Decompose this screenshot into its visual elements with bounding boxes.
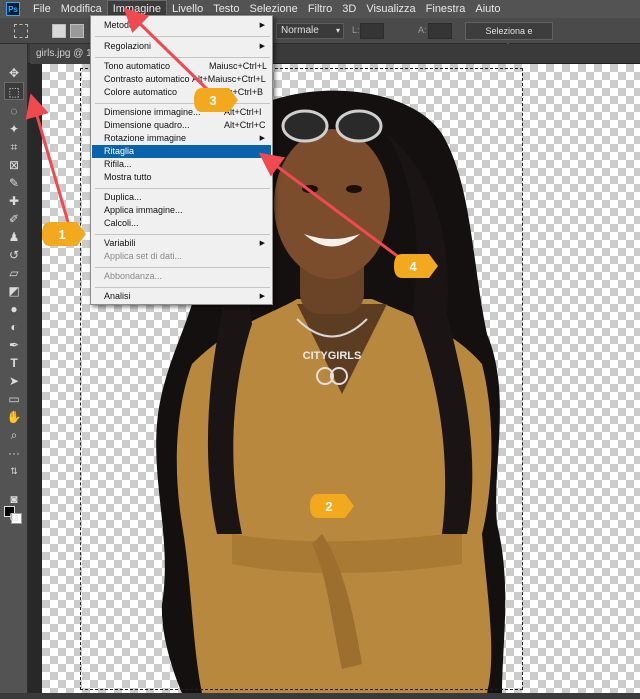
style-select-value: Normale	[281, 25, 319, 36]
menu-item-abbondanza: Abbondanza...	[92, 270, 271, 283]
menu-separator	[95, 234, 270, 235]
move-tool-icon[interactable]: ✥	[4, 64, 24, 82]
menu-file[interactable]: File	[28, 0, 56, 18]
frame-tool-icon[interactable]: ⊠	[4, 156, 24, 174]
menu-item-dimensione-immagine[interactable]: Dimensione immagine... Alt+Ctrl+I	[92, 106, 271, 119]
menu-item-rifila[interactable]: Rifila...	[92, 158, 271, 171]
menu-item-applica-set-di-dati: Applica set di dati...	[92, 250, 271, 263]
menu-item-analisi[interactable]: Analisi ▶	[92, 290, 271, 303]
submenu-arrow-icon: ▶	[259, 293, 265, 300]
menu-visualizza[interactable]: Visualizza	[361, 0, 420, 18]
new-selection-icon[interactable]	[52, 24, 66, 38]
menu-item-label: Duplica...	[104, 192, 142, 202]
type-tool-icon[interactable]: T	[4, 354, 24, 372]
submenu-arrow-icon: ▶	[259, 240, 265, 247]
zoom-tool-icon[interactable]: ⌕	[4, 426, 24, 444]
submenu-arrow-icon: ▶	[259, 22, 265, 29]
width-input[interactable]	[360, 23, 384, 39]
menu-item-dimensione-quadro[interactable]: Dimensione quadro... Alt+Ctrl+C	[92, 119, 271, 132]
height-input[interactable]	[428, 23, 452, 39]
menu-item-label: Analisi	[104, 291, 131, 301]
brush-tool-icon[interactable]: ✐	[4, 210, 24, 228]
menu-item-shortcut: Alt+Maiusc+Ctrl+L	[192, 74, 266, 84]
menu-item-contrasto-automatico[interactable]: Contrasto automatico Alt+Maiusc+Ctrl+L	[92, 73, 271, 86]
menu-aiuto[interactable]: Aiuto	[470, 0, 505, 18]
submenu-arrow-icon: ▶	[259, 135, 265, 142]
menu-item-duplica[interactable]: Duplica...	[92, 191, 271, 204]
add-selection-icon[interactable]	[70, 24, 84, 38]
eyedropper-tool-icon[interactable]: ✎	[4, 174, 24, 192]
menu-item-label: Rotazione immagine	[104, 133, 187, 143]
dodge-tool-icon[interactable]: ◐	[4, 318, 24, 336]
hand-tool-icon[interactable]: ✋	[4, 408, 24, 426]
menu-separator	[95, 188, 270, 189]
magic-wand-tool-icon[interactable]: ✦	[4, 120, 24, 138]
healing-brush-tool-icon[interactable]: ✚	[4, 192, 24, 210]
menu-item-regolazioni[interactable]: Regolazioni ▶	[92, 40, 271, 53]
rect-marquee-tool-icon[interactable]: ⬚	[4, 82, 24, 100]
menu-3d[interactable]: 3D	[337, 0, 361, 18]
history-brush-tool-icon[interactable]: ↺	[4, 246, 24, 264]
menu-item-label: Dimensione quadro...	[104, 120, 190, 130]
quick-mask-icon[interactable]: ◙	[4, 490, 24, 508]
crop-tool-icon[interactable]: ⌗	[4, 138, 24, 156]
menu-item-label: Contrasto automatico	[104, 74, 190, 84]
menu-item-label: Rifila...	[104, 159, 132, 169]
menu-item-label: Applica set di dati...	[104, 251, 183, 261]
pen-tool-icon[interactable]: ✒	[4, 336, 24, 354]
menu-finestra[interactable]: Finestra	[421, 0, 471, 18]
eraser-tool-icon[interactable]: ▱	[4, 264, 24, 282]
menu-item-label: Calcoli...	[104, 218, 139, 228]
swap-colors-icon[interactable]: ⇅	[4, 462, 24, 480]
rect-marquee-preset-icon[interactable]	[14, 24, 28, 38]
menu-separator	[95, 36, 270, 37]
menu-item-variabili[interactable]: Variabili ▶	[92, 237, 271, 250]
style-select[interactable]: Normale ▾	[276, 23, 344, 39]
menu-item-label: Abbondanza...	[104, 271, 163, 281]
menu-item-rotazione-immagine[interactable]: Rotazione immagine ▶	[92, 132, 271, 145]
status-bar	[0, 693, 640, 699]
path-selection-tool-icon[interactable]: ➤	[4, 372, 24, 390]
menu-item-tono-automatico[interactable]: Tono automatico Maiusc+Ctrl+L	[92, 60, 271, 73]
submenu-arrow-icon: ▶	[259, 43, 265, 50]
more-tools-icon[interactable]: ···	[4, 444, 24, 462]
blur-tool-icon[interactable]: ●	[4, 300, 24, 318]
screen-mode-icon[interactable]: ⧉	[4, 508, 24, 526]
menu-item-shortcut: Maiusc+Ctrl+B	[204, 87, 264, 97]
menu-item-mostra-tutto[interactable]: Mostra tutto	[92, 171, 271, 184]
menu-filtro[interactable]: Filtro	[303, 0, 337, 18]
menu-separator	[95, 267, 270, 268]
menu-item-shortcut: Alt+Ctrl+C	[224, 120, 266, 130]
menu-separator	[95, 287, 270, 288]
chevron-down-icon: ▾	[335, 26, 340, 35]
menu-item-shortcut: Maiusc+Ctrl+L	[209, 61, 268, 71]
immagine-dropdown-menu: Metodo ▶ Regolazioni ▶ Tono automatico M…	[90, 15, 273, 305]
menu-item-label: Applica immagine...	[104, 205, 183, 215]
menu-item-ritaglia[interactable]: Ritaglia	[92, 145, 271, 158]
menu-item-label: Colore automatico	[104, 87, 178, 97]
height-label: A:	[418, 25, 427, 35]
select-and-mask-button[interactable]: Seleziona e maschera...	[465, 22, 553, 52]
menu-item-shortcut: Alt+Ctrl+I	[224, 107, 262, 117]
menu-item-label: Mostra tutto	[104, 172, 152, 182]
menu-item-label: Dimensione immagine...	[104, 107, 201, 117]
rectangle-tool-icon[interactable]: ▭	[4, 390, 24, 408]
menu-item-applica-immagine[interactable]: Applica immagine...	[92, 204, 271, 217]
menu-item-metodo[interactable]: Metodo ▶	[92, 19, 271, 32]
menu-item-colore-automatico[interactable]: Colore automatico Maiusc+Ctrl+B	[92, 86, 271, 99]
menu-item-label: Tono automatico	[104, 61, 171, 71]
lasso-tool-icon[interactable]: ◌	[4, 102, 24, 120]
menu-item-label: Variabili	[104, 238, 136, 248]
tools-panel: ✥ ⬚ ◌ ✦ ⌗ ⊠ ✎ ✚ ✐ ♟ ↺ ▱ ◩ ● ◐ ✒ T ➤ ▭ ✋ …	[0, 44, 28, 699]
width-label: L:	[352, 25, 360, 35]
menu-separator	[95, 103, 270, 104]
menu-separator	[95, 57, 270, 58]
menu-item-label: Ritaglia	[104, 146, 135, 156]
menu-item-calcoli[interactable]: Calcoli...	[92, 217, 271, 230]
photoshop-logo-icon: Ps	[6, 2, 20, 16]
clone-stamp-tool-icon[interactable]: ♟	[4, 228, 24, 246]
menu-item-label: Regolazioni	[104, 41, 152, 51]
gradient-tool-icon[interactable]: ◩	[4, 282, 24, 300]
menu-item-label: Metodo	[104, 20, 135, 30]
